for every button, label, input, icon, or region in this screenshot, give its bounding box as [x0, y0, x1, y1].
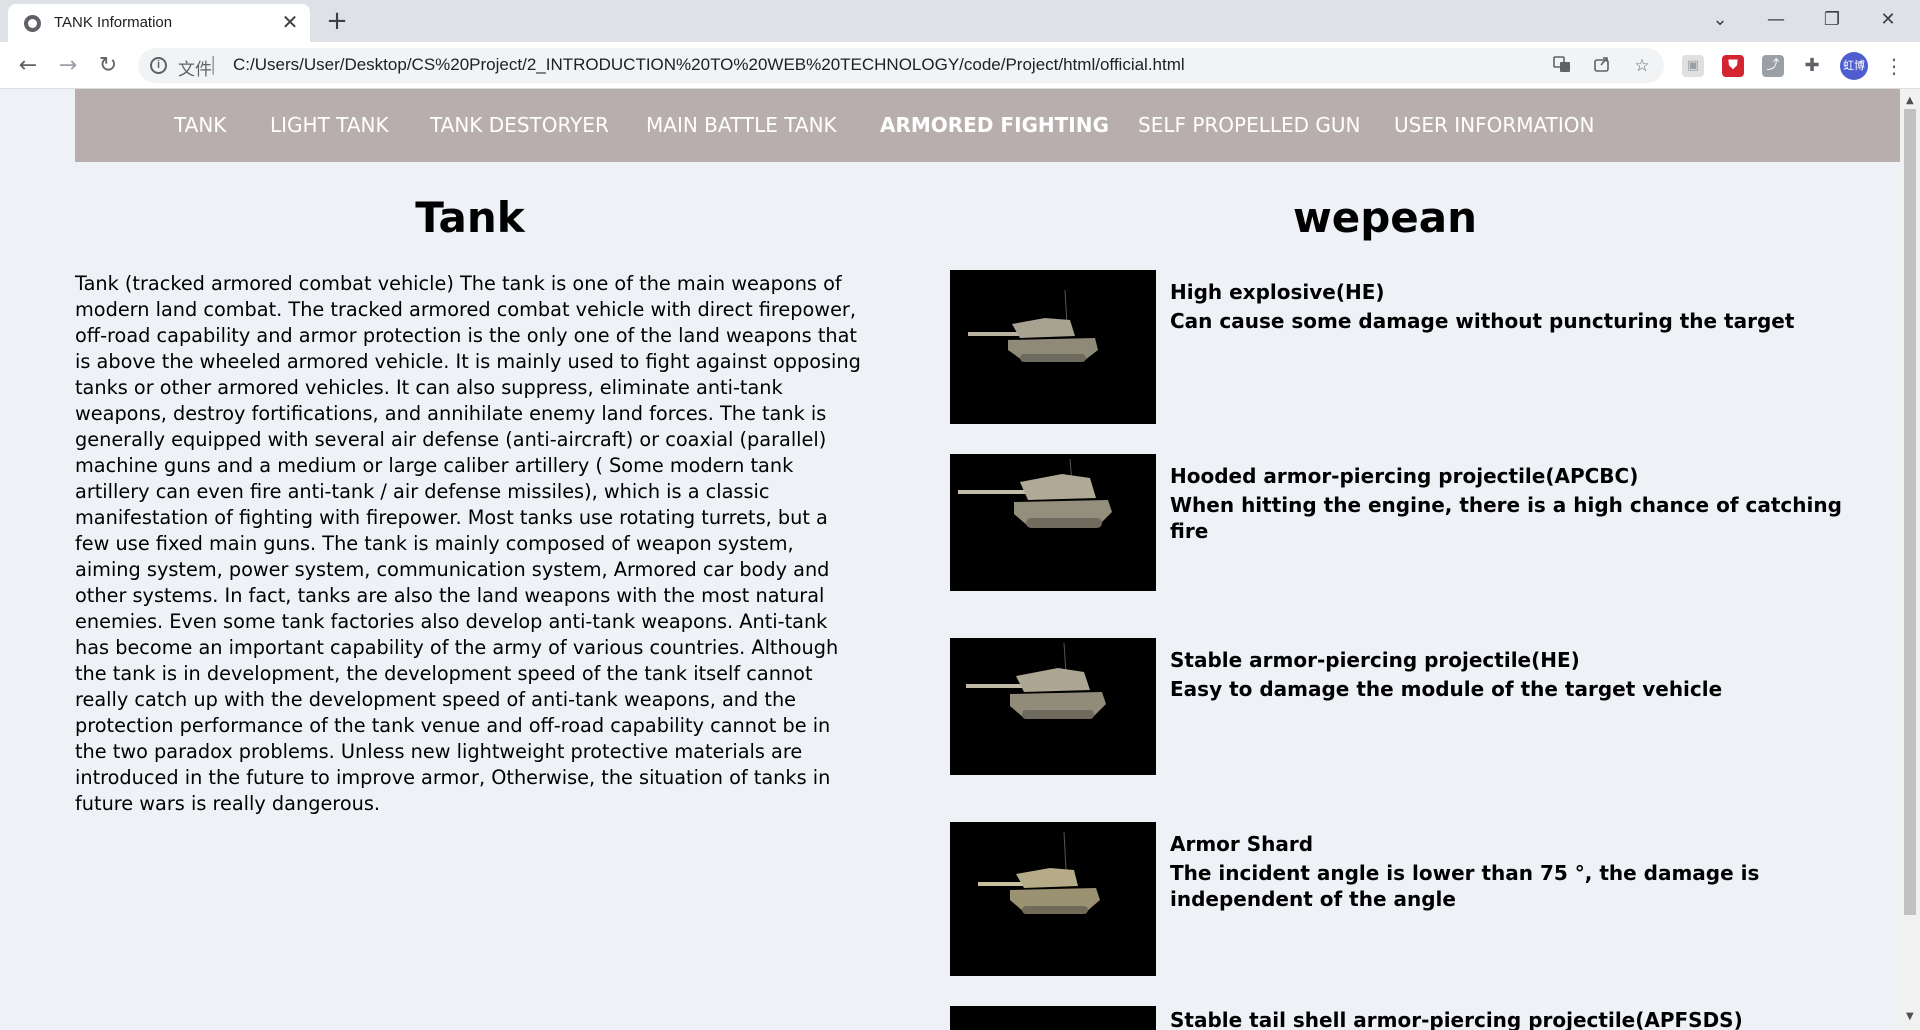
nav-item-tank-destroyer[interactable]: TANK DESTORYER: [430, 113, 609, 137]
tank-image: [950, 270, 1156, 424]
back-button[interactable]: ←: [12, 50, 44, 82]
tab-search-icon[interactable]: ⌄: [1692, 0, 1748, 40]
nav-item-self-propelled-gun[interactable]: SELF PROPELLED GUN: [1138, 113, 1361, 137]
weapon-name: Stable armor-piercing projectile(HE): [1170, 648, 1580, 672]
info-icon[interactable]: i: [150, 57, 167, 74]
nav-item-user-information[interactable]: USER INFORMATION: [1394, 113, 1594, 137]
scroll-down-arrow-icon[interactable]: ▼: [1906, 1011, 1914, 1022]
puzzle-icon[interactable]: ✚: [1801, 55, 1823, 77]
weapon-description: When hitting the engine, there is a high…: [1170, 493, 1842, 543]
browser-tab[interactable]: TANK Information ✕: [8, 4, 310, 42]
globe-icon: [24, 15, 41, 32]
tab-title: TANK Information: [54, 14, 173, 31]
tank-image: [950, 454, 1156, 591]
shield-extension-icon[interactable]: ⛊: [1722, 55, 1744, 77]
profile-avatar[interactable]: 虹博: [1840, 52, 1868, 80]
reader-icon[interactable]: ▣: [1682, 55, 1704, 77]
forward-button[interactable]: →: [52, 50, 84, 82]
browser-menu-icon[interactable]: ⋮: [1882, 52, 1906, 80]
weapon-name: High explosive(HE): [1170, 280, 1385, 304]
page-scrollbar[interactable]: ▲ ▼: [1900, 89, 1920, 1030]
tank-image: [950, 1006, 1156, 1030]
share-icon[interactable]: [1590, 54, 1614, 78]
tank-image: [950, 822, 1156, 976]
pdf-extension-icon[interactable]: ⤴: [1762, 55, 1784, 77]
close-window-button[interactable]: ✕: [1860, 0, 1916, 40]
intro-text: Tank (tracked armored combat vehicle) Th…: [75, 272, 861, 815]
browser-tabstrip: TANK Information ✕ + ⌄ — ❐ ✕: [0, 0, 1920, 42]
nav-item-light-tank[interactable]: LIGHT TANK: [270, 113, 389, 137]
minimize-button[interactable]: —: [1748, 0, 1804, 40]
site-nav: TANK LIGHT TANK TANK DESTORYER MAIN BATT…: [75, 89, 1900, 162]
star-icon[interactable]: ☆: [1630, 54, 1654, 78]
nav-item-tank[interactable]: TANK: [174, 113, 226, 137]
page-viewport: TANK LIGHT TANK TANK DESTORYER MAIN BATT…: [0, 89, 1900, 1030]
url-text[interactable]: C:/Users/User/Desktop/CS%20Project/2_INT…: [233, 55, 1185, 75]
url-separator: |: [210, 53, 217, 75]
browser-toolbar: ← → ↻ i 文件 | C:/Users/User/Desktop/CS%20…: [0, 42, 1920, 89]
new-tab-button[interactable]: +: [322, 6, 352, 36]
weapon-name: Hooded armor-piercing projectile(APCBC): [1170, 464, 1639, 488]
tab-close-icon[interactable]: ✕: [278, 10, 302, 34]
translate-icon[interactable]: [1550, 54, 1574, 78]
weapon-name: Armor Shard: [1170, 832, 1314, 856]
scrollbar-thumb[interactable]: [1904, 109, 1916, 915]
intro-title: Tank: [415, 193, 525, 242]
url-scheme-label: 文件: [178, 60, 212, 80]
address-bar[interactable]: i 文件 | C:/Users/User/Desktop/CS%20Projec…: [138, 48, 1664, 83]
restore-button[interactable]: ❐: [1804, 0, 1860, 40]
nav-item-main-battle-tank[interactable]: MAIN BATTLE TANK: [646, 113, 837, 137]
tank-image: [950, 638, 1156, 775]
weapon-description: Easy to damage the module of the target …: [1170, 677, 1723, 701]
weapon-description: The incident angle is lower than 75 °, t…: [1170, 861, 1760, 911]
weapon-name: Stable tail shell armor-piercing project…: [1170, 1008, 1743, 1030]
scroll-up-arrow-icon[interactable]: ▲: [1906, 95, 1914, 106]
reload-button[interactable]: ↻: [92, 50, 124, 82]
weapon-description: Can cause some damage without puncturing…: [1170, 309, 1795, 333]
weapon-title: wepean: [1292, 193, 1478, 242]
nav-item-armored-fighting[interactable]: ARMORED FIGHTING: [880, 113, 1109, 137]
